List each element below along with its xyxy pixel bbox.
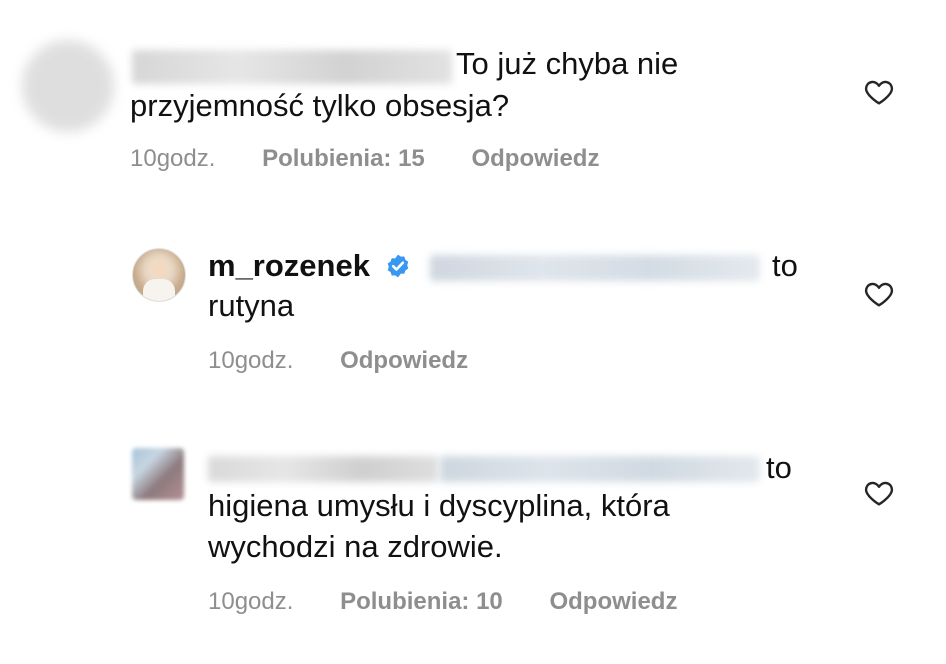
blurred-username[interactable]: [132, 50, 452, 84]
comment-time: 10godz.: [208, 347, 294, 374]
heart-outline-icon[interactable]: [862, 278, 896, 310]
comment-time: 10godz.: [208, 588, 294, 615]
heart-outline-icon[interactable]: [862, 477, 896, 509]
comment-text-line-2: rutyna: [208, 288, 295, 323]
avatar[interactable]: [132, 248, 186, 302]
comment-text-line-1: m_rozenek: [208, 246, 411, 286]
comment-text-line-2: przyjemność tylko obsesja?: [130, 88, 510, 123]
comment-text-line-2: higiena umysłu i dyscyplina, która: [208, 488, 670, 523]
comment-1: To już chyba nie przyjemność tylko obses…: [0, 0, 946, 200]
avatar[interactable]: [132, 448, 184, 500]
comment-time: 10godz.: [130, 145, 216, 172]
reply-button[interactable]: Odpowiedz: [340, 347, 468, 375]
comment-text-line-1: To już chyba nie: [456, 46, 679, 81]
likes-count[interactable]: Polubienia: 15: [262, 145, 425, 173]
comment-meta: 10godz. Polubienia: 15 Odpowiedz: [130, 145, 599, 173]
comment-3: to higiena umysłu i dyscyplina, która wy…: [0, 430, 946, 664]
comment-text-line-1-end: to: [772, 248, 798, 283]
likes-count[interactable]: Polubienia: 10: [340, 588, 503, 616]
avatar[interactable]: [22, 40, 114, 132]
reply-button[interactable]: Odpowiedz: [549, 588, 677, 616]
comment-meta: 10godz. Odpowiedz: [208, 347, 468, 375]
heart-outline-icon[interactable]: [862, 76, 896, 108]
verified-badge-icon: [387, 254, 408, 278]
comment-2: m_rozenek to rutyna 10godz. Odpowiedz: [0, 230, 946, 400]
comment-text-line-3: wychodzi na zdrowie.: [208, 529, 503, 564]
blurred-mention[interactable]: [440, 456, 760, 482]
reply-button[interactable]: Odpowiedz: [471, 145, 599, 173]
comment-meta: 10godz. Polubienia: 10 Odpowiedz: [208, 588, 677, 616]
blurred-username[interactable]: [208, 456, 438, 482]
comment-text-line-1-end: to: [766, 450, 792, 485]
username[interactable]: m_rozenek: [208, 248, 370, 283]
blurred-mention[interactable]: [430, 255, 760, 281]
